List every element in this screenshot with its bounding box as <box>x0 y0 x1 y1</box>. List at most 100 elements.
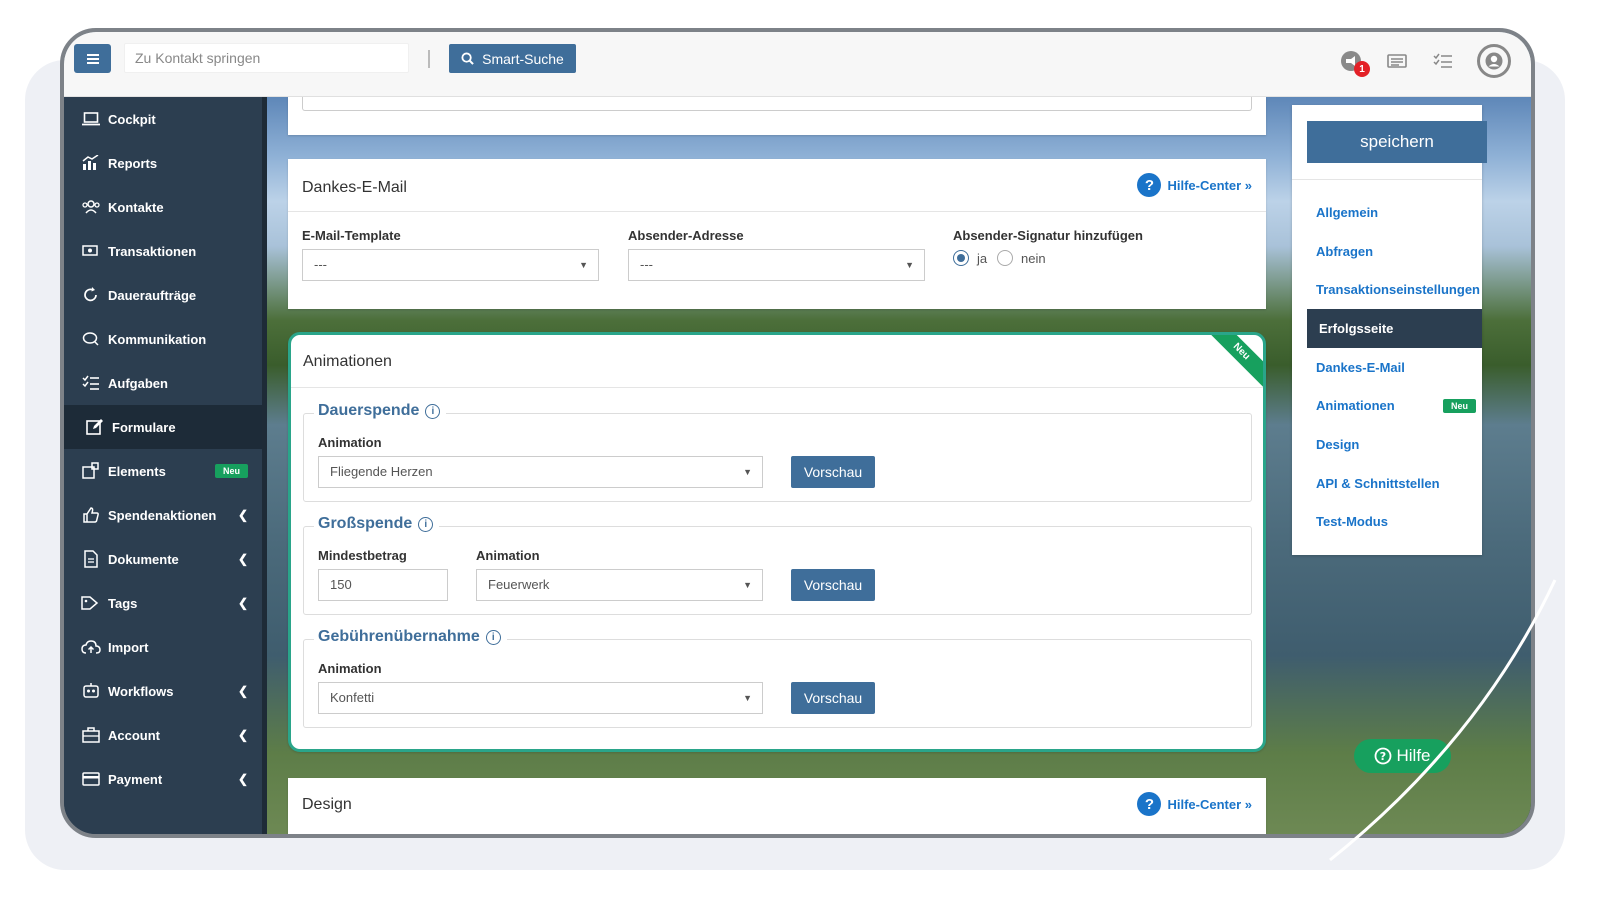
sidebar-item-reports[interactable]: Reports <box>64 141 262 185</box>
smart-search-button[interactable]: Smart-Suche <box>449 44 576 73</box>
contact-jump-input[interactable]: Zu Kontakt springen <box>124 43 409 73</box>
sidebar-item-label: Kontakte <box>108 199 164 215</box>
sidebar-item-label: Reports <box>108 155 158 171</box>
user-avatar[interactable] <box>1477 44 1511 78</box>
notification-badge: 1 <box>1354 61 1370 77</box>
sidebar-item-label: Import <box>108 639 149 655</box>
section-nav-abfragen[interactable]: Abfragen <box>1292 232 1482 271</box>
gebuehren-fieldset: Gebührenübernahme i Animation Konfetti ▼… <box>303 628 1252 728</box>
help-center-link[interactable]: ? Hilfe-Center » <box>1137 792 1252 816</box>
sidebar: Cockpit Reports Kontakte Transaktionen D… <box>64 97 262 834</box>
gebuehren-animation-select[interactable]: Konfetti ▼ <box>318 682 763 714</box>
card-title: Animationen <box>303 353 392 370</box>
preview-label: Vorschau <box>803 464 863 480</box>
section-nav-design[interactable]: Design <box>1292 425 1482 464</box>
grossspende-animation-select[interactable]: Feuerwerk ▼ <box>476 569 763 601</box>
save-button[interactable]: speichern <box>1307 121 1487 163</box>
section-nav: Allgemein Abfragen Transaktionseinstellu… <box>1292 193 1482 541</box>
menu-toggle-button[interactable] <box>74 44 111 73</box>
sidebar-item-label: Elements <box>108 463 166 479</box>
grossspende-preview-button[interactable]: Vorschau <box>791 569 875 601</box>
dauerspende-fieldset: Dauerspende i Animation Fliegende Herzen… <box>303 402 1252 502</box>
sidebar-item-kontakte[interactable]: Kontakte <box>64 185 262 229</box>
sidebar-item-label: Account <box>108 727 160 743</box>
search-icon <box>461 52 474 65</box>
chevron-left-icon: ❮ <box>237 728 248 742</box>
divider <box>1292 179 1482 180</box>
sidebar-item-aufgaben[interactable]: Aufgaben <box>64 361 262 405</box>
megaphone-icon[interactable]: 1 <box>1339 49 1370 77</box>
template-value: --- <box>314 257 327 272</box>
section-nav-label: Allgemein <box>1316 204 1379 220</box>
gebuehren-preview-button[interactable]: Vorschau <box>791 682 875 714</box>
sidebar-item-label: Payment <box>108 771 163 787</box>
sidebar-item-label: Dokumente <box>108 551 179 567</box>
section-nav-transaktionseinstellungen[interactable]: Transaktionseinstellungen <box>1292 270 1482 309</box>
help-button[interactable]: ? Hilfe <box>1354 739 1451 773</box>
card-icon <box>80 769 102 789</box>
section-nav-dankes-email[interactable]: Dankes-E-Mail <box>1292 348 1482 387</box>
card-title: Dankes-E-Mail <box>302 179 407 196</box>
min-amount-input[interactable]: 150 <box>318 569 448 601</box>
sidebar-item-tags[interactable]: Tags ❮ <box>64 581 262 625</box>
tasks-icon <box>80 373 102 393</box>
signature-yes-radio[interactable] <box>953 250 969 266</box>
section-nav-animationen[interactable]: Animationen Neu <box>1292 386 1482 425</box>
sidebar-item-label: Formulare <box>112 419 176 435</box>
new-badge: Neu <box>214 464 248 478</box>
help-center-link[interactable]: ? Hilfe-Center » <box>1137 173 1252 197</box>
section-nav-erfolgsseite[interactable]: Erfolgsseite <box>1307 309 1482 348</box>
section-nav-allgemein[interactable]: Allgemein <box>1292 193 1482 232</box>
legend-label: Großspende <box>318 515 413 532</box>
task-list-icon[interactable] <box>1431 49 1455 73</box>
signature-no-radio[interactable] <box>997 250 1013 266</box>
section-nav-label: Test-Modus <box>1316 514 1388 530</box>
sidebar-item-kommunikation[interactable]: Kommunikation <box>64 317 262 361</box>
legend-label: Gebührenübernahme <box>318 628 480 645</box>
divider <box>291 387 1263 388</box>
dauerspende-preview-button[interactable]: Vorschau <box>791 456 875 488</box>
sidebar-item-cockpit[interactable]: Cockpit <box>64 97 262 141</box>
design-card: Design ? Hilfe-Center » <box>288 778 1266 834</box>
caret-down-icon: ▼ <box>579 260 588 270</box>
sidebar-item-spendenaktionen[interactable]: Spendenaktionen ❮ <box>64 493 262 537</box>
section-nav-label: API & Schnittstellen <box>1316 475 1440 491</box>
select-value: Feuerwerk <box>488 577 550 592</box>
input-value: 150 <box>330 577 352 592</box>
info-icon[interactable]: i <box>418 516 434 532</box>
sidebar-item-elements[interactable]: Elements Neu <box>64 449 262 493</box>
sidebar-item-account[interactable]: Account ❮ <box>64 713 262 757</box>
section-nav-label: Design <box>1316 436 1360 452</box>
sidebar-item-dokumente[interactable]: Dokumente ❮ <box>64 537 262 581</box>
help-icon: ? <box>1137 173 1162 197</box>
question-circle-icon: ? <box>1375 747 1392 765</box>
sidebar-item-formulare[interactable]: Formulare <box>64 405 262 449</box>
sender-select[interactable]: --- ▼ <box>628 249 925 281</box>
caret-down-icon: ▼ <box>743 467 752 477</box>
textarea-bottom[interactable] <box>302 97 1252 111</box>
sender-value: --- <box>640 257 653 272</box>
section-nav-test-modus[interactable]: Test-Modus <box>1292 503 1482 542</box>
sidebar-item-import[interactable]: Import <box>64 625 262 669</box>
signature-label: Absender-Signatur hinzufügen <box>953 228 1143 243</box>
sidebar-item-payment[interactable]: Payment ❮ <box>64 757 262 801</box>
sidebar-item-dauerauftraege[interactable]: Daueraufträge <box>64 273 262 317</box>
users-icon <box>80 197 102 217</box>
sidebar-item-workflows[interactable]: Workflows ❮ <box>64 669 262 713</box>
chevron-left-icon: ❮ <box>237 596 248 610</box>
sidebar-item-label: Spendenaktionen <box>108 507 217 523</box>
help-button-label: Hilfe <box>1396 746 1431 765</box>
dauerspende-legend: Dauerspende i <box>314 402 447 420</box>
select-value: Fliegende Herzen <box>330 464 433 479</box>
template-select[interactable]: --- ▼ <box>302 249 599 281</box>
elements-icon <box>80 461 102 481</box>
help-icon: ? <box>1137 792 1162 816</box>
newspaper-icon[interactable] <box>1385 49 1409 73</box>
dauerspende-animation-select[interactable]: Fliegende Herzen ▼ <box>318 456 763 488</box>
info-icon[interactable]: i <box>485 629 501 645</box>
svg-text:?: ? <box>1380 750 1386 763</box>
top-icons: 1 <box>1339 44 1511 78</box>
info-icon[interactable]: i <box>425 403 441 419</box>
sidebar-item-transaktionen[interactable]: Transaktionen <box>64 229 262 273</box>
section-nav-api[interactable]: API & Schnittstellen <box>1292 464 1482 503</box>
